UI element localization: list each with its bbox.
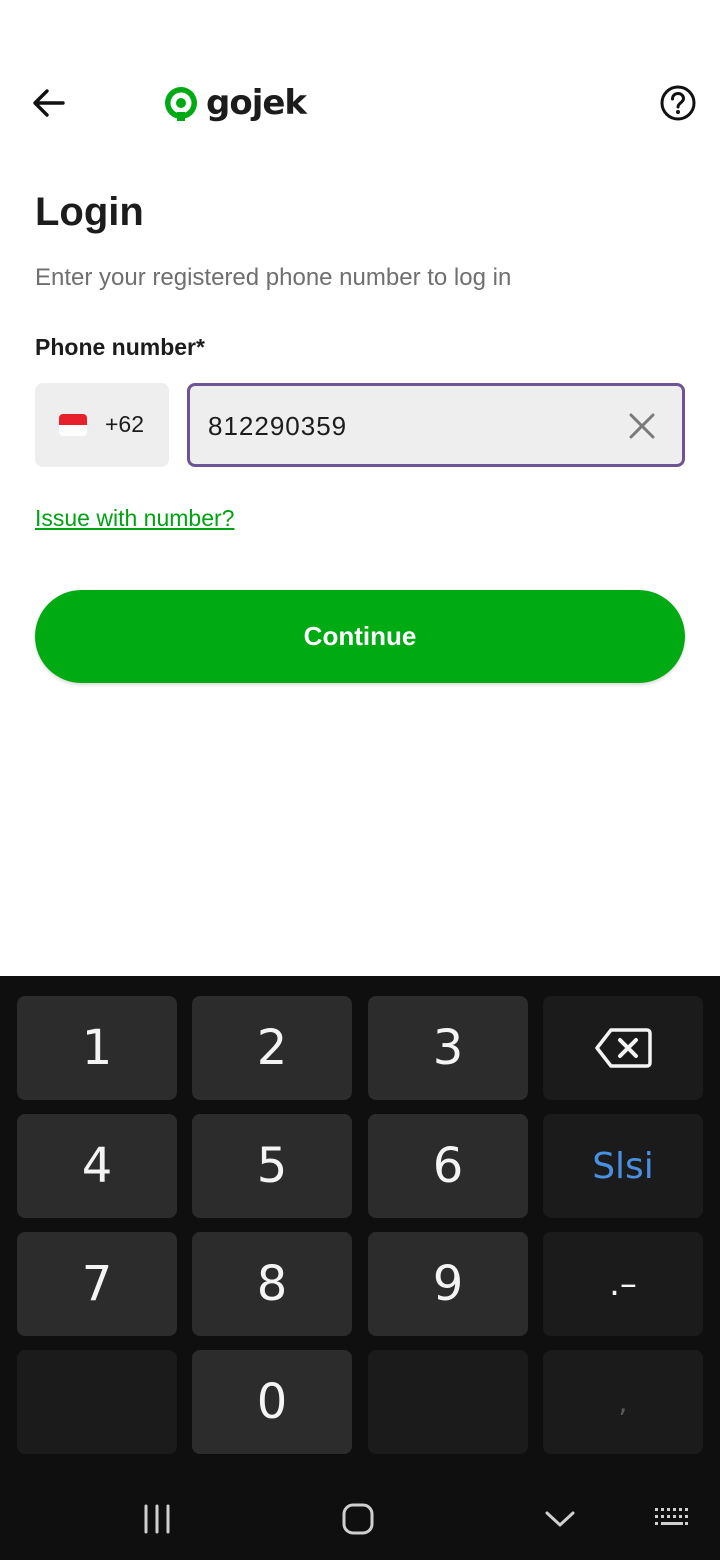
arrow-left-icon bbox=[33, 89, 65, 117]
country-code-label: +62 bbox=[105, 411, 145, 437]
done-key[interactable]: Slsi bbox=[543, 1114, 703, 1218]
comma-key-label: , bbox=[618, 1385, 628, 1419]
backspace-icon bbox=[595, 1028, 652, 1068]
key-7[interactable]: 7 bbox=[17, 1232, 177, 1336]
key-4[interactable]: 4 bbox=[17, 1114, 177, 1218]
done-key-label: Slsi bbox=[592, 1145, 654, 1187]
key-8[interactable]: 8 bbox=[192, 1232, 352, 1336]
key-3[interactable]: 3 bbox=[368, 996, 528, 1100]
comma-key[interactable]: , bbox=[543, 1350, 703, 1454]
key-5[interactable]: 5 bbox=[192, 1114, 352, 1218]
hide-keyboard-button[interactable] bbox=[530, 1494, 590, 1544]
home-icon bbox=[342, 1503, 374, 1535]
phone-field-label: Phone number* bbox=[35, 334, 205, 360]
back-button[interactable] bbox=[24, 80, 74, 126]
issue-with-number-link[interactable]: Issue with number? bbox=[35, 505, 234, 532]
gojek-logo: gojek bbox=[162, 80, 307, 126]
help-button[interactable] bbox=[654, 80, 702, 126]
phone-input-container[interactable] bbox=[187, 383, 685, 467]
backspace-key[interactable] bbox=[543, 996, 703, 1100]
empty-key-right bbox=[368, 1350, 528, 1454]
close-icon[interactable] bbox=[626, 410, 658, 442]
key-9[interactable]: 9 bbox=[368, 1232, 528, 1336]
key-2[interactable]: 2 bbox=[192, 996, 352, 1100]
empty-key-left bbox=[17, 1350, 177, 1454]
home-button[interactable] bbox=[328, 1494, 388, 1544]
recents-icon bbox=[144, 1504, 170, 1534]
symbol-key[interactable]: .– bbox=[543, 1232, 703, 1336]
symbol-key-label: .– bbox=[609, 1264, 637, 1304]
chevron-down-icon bbox=[545, 1511, 575, 1527]
page-subtitle: Enter your registered phone number to lo… bbox=[35, 264, 512, 291]
key-1[interactable]: 1 bbox=[17, 996, 177, 1100]
keyboard-switch-button[interactable] bbox=[642, 1494, 702, 1544]
key-0[interactable]: 0 bbox=[192, 1350, 352, 1454]
system-nav-bar bbox=[0, 1480, 720, 1560]
phone-number-input[interactable] bbox=[208, 406, 608, 446]
recents-button[interactable] bbox=[127, 1494, 187, 1544]
page-title: Login bbox=[35, 190, 144, 234]
country-code-selector[interactable]: +62 bbox=[35, 383, 169, 467]
question-circle-icon bbox=[660, 85, 696, 121]
keyboard-icon bbox=[655, 1508, 688, 1525]
continue-button[interactable]: Continue bbox=[35, 590, 685, 683]
indonesia-flag-icon bbox=[59, 414, 87, 436]
gojek-logo-icon bbox=[165, 87, 197, 121]
numeric-keyboard: 1 2 3 4 5 6 Slsi 7 8 9 .– 0 , bbox=[0, 976, 720, 1560]
logo-text: gojek bbox=[206, 83, 307, 123]
key-6[interactable]: 6 bbox=[368, 1114, 528, 1218]
